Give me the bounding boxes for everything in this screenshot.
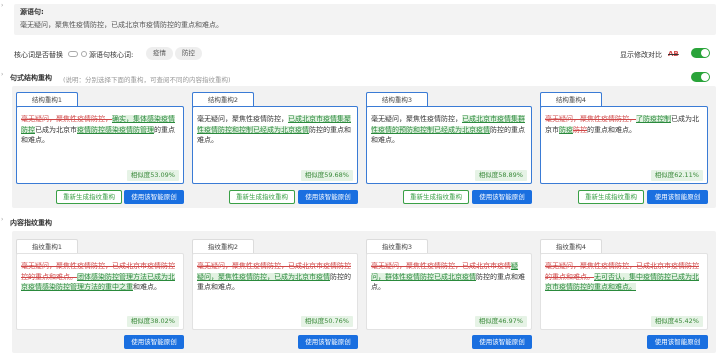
added-text: 了防疫控制	[636, 115, 671, 123]
structure-section-toggle[interactable]	[691, 72, 710, 82]
use-original-button[interactable]: 使用该智能原创	[472, 335, 532, 349]
core-replace-label: 核心词是否替换	[14, 51, 63, 59]
card-text: 毫无疑问，聚焦性疫情防控，已成北京市疫情集聚性疫情防控和控制已经成为北京疫情防控…	[197, 114, 355, 146]
similarity-badge: 相似度38.02%	[126, 316, 179, 327]
regen-fingerprint-button[interactable]: 重新生成指纹重构	[56, 190, 122, 204]
rail-marker: ›	[1, 216, 4, 223]
similarity-badge: 相似度59.68%	[300, 170, 353, 181]
fingerprint-section-title: 内容指纹重构	[10, 219, 52, 227]
tab-structure-1[interactable]: 结构重构1	[16, 92, 78, 107]
source-title: 源语句:	[20, 8, 44, 16]
core-word-tag[interactable]: 防控	[175, 47, 202, 60]
use-original-button[interactable]: 使用该智能原创	[647, 190, 708, 204]
added-text: 已成北京市疫情集	[288, 115, 344, 123]
show-diff-toggle[interactable]	[691, 48, 710, 58]
tab-fingerprint-3[interactable]: 指纹重构3	[366, 239, 428, 254]
unchanged-text: 毫无疑问，聚焦性疫情防控，	[197, 115, 288, 123]
left-rail	[0, 0, 6, 362]
structure-section-hint: (说明：分别选择下面的重构，可查阅不同的内容指纹重构)	[63, 76, 231, 84]
use-original-button[interactable]: 使用该智能原创	[472, 190, 532, 204]
rail-marker: ›	[1, 2, 4, 9]
similarity-badge: 相似度53.09%	[126, 170, 179, 181]
structure-card-1: 毫无疑问，聚焦性疫情防控，确实，集体感染疫情防控已成为北京市疫情防控感染疫情防管…	[16, 106, 184, 184]
tab-fingerprint-1[interactable]: 指纹重构1	[16, 239, 78, 254]
card-text: 毫无疑问，聚焦性疫情防控，已成北京市疫情防控的重点和难点。无可否认，集中疫情防控…	[545, 261, 705, 293]
tab-fingerprint-2[interactable]: 指纹重构2	[192, 239, 254, 254]
similarity-badge: 相似度50.76%	[300, 316, 353, 327]
card-text: 毫无疑问，聚焦性疫情防控，已成北京市疫情集群性疫情的预防和控制已经成为北京疫情防…	[371, 114, 529, 146]
show-diff-label: 显示修改对比	[620, 51, 662, 59]
tab-structure-4[interactable]: 结构重构4	[540, 92, 602, 107]
deleted-text: 已成北京市疫情防控	[288, 262, 351, 270]
fingerprint-card-2: 毫无疑问，聚焦性疫情防控，已成北京市疫情防控疑问，聚焦性疫情防控，已成为北京市疫…	[192, 253, 358, 330]
card-text: 毫无疑问，聚焦性疫情防控，确实，集体感染疫情防控已成为北京市疫情防控感染疫情防管…	[21, 114, 181, 146]
deleted-text: 控的重点和难点。	[21, 272, 77, 281]
deleted-text: 毫无疑问，聚焦性疫情防控，	[21, 115, 112, 123]
added-text: 疑问，聚焦性疫情防控，已成为	[197, 272, 295, 281]
core-replace-toggle[interactable]	[68, 51, 78, 57]
regen-fingerprint-button[interactable]: 重新生成指纹重构	[229, 190, 295, 204]
deleted-text: 毫无疑问，聚焦性疫情防控，已成北京市疫情	[545, 262, 685, 270]
similarity-badge: 相似度58.89%	[474, 170, 527, 181]
unchanged-text: 和难点。	[133, 283, 161, 291]
added-text: 北京市疫情	[295, 272, 330, 281]
structure-section-title: 句式结构重构	[10, 74, 52, 82]
use-original-button[interactable]: 使用该智能原创	[298, 190, 358, 204]
similarity-badge: 相似度45.42%	[650, 316, 703, 327]
core-word-tag[interactable]: 疫情	[146, 47, 173, 60]
structure-card-2: 毫无疑问，聚焦性疫情防控，已成北京市疫情集聚性疫情防控和控制已经成为北京疫情防控…	[192, 106, 358, 184]
similarity-badge: 相似度62.11%	[650, 170, 703, 181]
fingerprint-card-1: 毫无疑问，聚焦性疫情防控，已成北京市疫情防控控的重点和难点。团体感染防控管理方法…	[16, 253, 184, 330]
tab-structure-3[interactable]: 结构重构3	[366, 92, 428, 107]
added-text: 疫情感染防控管理方法的重中之重	[28, 283, 133, 291]
deleted-text: 毫无疑问，聚焦性疫情防控，	[197, 262, 288, 270]
rail-marker: ›	[1, 71, 4, 78]
card-text: 毫无疑问，聚焦性疫情防控，了防疫控制已成为北京市防疫防控的重点和难点。	[545, 114, 705, 135]
use-original-button[interactable]: 使用该智能原创	[647, 335, 708, 349]
unchanged-text: 已成为北京市	[35, 125, 77, 134]
tab-structure-2[interactable]: 结构重构2	[192, 92, 254, 107]
card-text: 毫无疑问，聚焦性疫情防控，已成北京市疫情防控控的重点和难点。团体感染防控管理方法…	[21, 261, 181, 293]
structure-card-3: 毫无疑问，聚焦性疫情防控，已成北京市疫情集群性疫情的预防和控制已经成为北京疫情防…	[366, 106, 532, 184]
deleted-text: 防控	[573, 125, 587, 134]
added-text: 市疫情防控的重点和难点。	[552, 283, 636, 291]
use-original-button[interactable]: 使用该智能原创	[124, 335, 184, 349]
deleted-text: 已成北京市疫情	[462, 262, 511, 270]
structure-card-4: 毫无疑问，聚焦性疫情防控，了防疫控制已成为北京市防疫防控的重点和难点。 相似度6…	[540, 106, 708, 184]
regen-fingerprint-button[interactable]: 重新生成指纹重构	[578, 190, 644, 204]
regen-fingerprint-button[interactable]: 重新生成指纹重构	[403, 190, 469, 204]
added-text: 已成北京市疫情集	[462, 115, 518, 123]
unchanged-text: 毫无疑问，聚焦性疫情防控，	[371, 115, 462, 123]
card-text: 毫无疑问，聚焦性疫情防控，已成北京市疫情防控疑问，聚焦性疫情防控，已成为北京市疫…	[197, 261, 355, 293]
fingerprint-card-3: 毫无疑问，聚焦性疫情防控，已成北京市疫情疑问，群体性疫情防控已成北京疫情防控的重…	[366, 253, 532, 330]
added-text: 防疫	[559, 125, 573, 134]
unchanged-text: 的重点和难点。	[587, 125, 636, 134]
deleted-text: 毫无疑问，聚焦性疫情防控，	[545, 115, 636, 123]
source-core-label: 源语句核心词:	[89, 51, 134, 59]
source-text: 毫无疑问，聚焦性疫情防控，已成北京市疫情防控的重点和难点。	[20, 21, 223, 29]
use-original-button[interactable]: 使用该智能原创	[298, 335, 358, 349]
source-core-radio[interactable]	[81, 51, 87, 57]
use-original-button[interactable]: 使用该智能原创	[124, 190, 184, 204]
added-text: 疫情防控感染疫情防管理	[77, 125, 154, 134]
deleted-text: 毫无疑问，聚焦性疫情防控，	[371, 262, 462, 270]
deleted-text: 毫无疑问，聚焦性疫情防控，已成北京市疫情防控	[21, 262, 175, 270]
tab-fingerprint-4[interactable]: 指纹重构4	[540, 239, 602, 254]
fingerprint-card-4: 毫无疑问，聚焦性疫情防控，已成北京市疫情防控的重点和难点。无可否认，集中疫情防控…	[540, 253, 708, 330]
similarity-badge: 相似度46.97%	[474, 316, 527, 327]
card-text: 毫无疑问，聚焦性疫情防控，已成北京市疫情疑问，群体性疫情防控已成北京疫情防控的重…	[371, 261, 529, 293]
diff-tag: AB	[668, 50, 679, 58]
